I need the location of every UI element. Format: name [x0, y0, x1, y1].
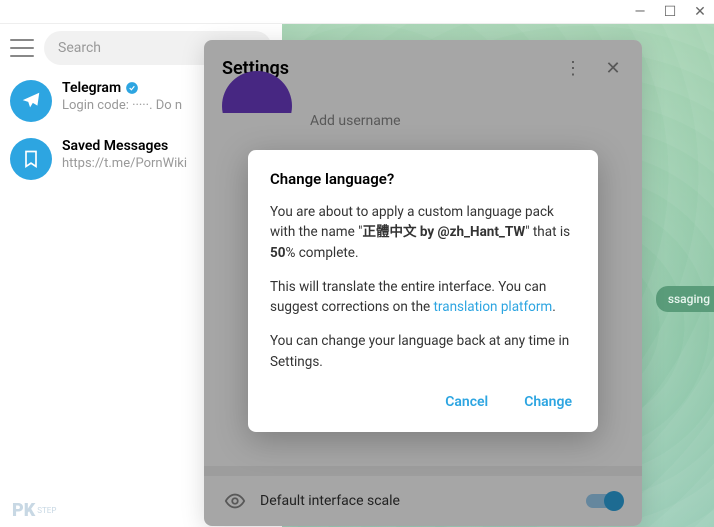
translation-platform-link[interactable]: translation platform — [434, 299, 553, 315]
dialog-buttons: Cancel Change — [270, 386, 576, 418]
close-icon[interactable]: ✕ — [694, 6, 706, 18]
cancel-button[interactable]: Cancel — [441, 386, 492, 418]
dialog-paragraph: This will translate the entire interface… — [270, 277, 576, 318]
change-button[interactable]: Change — [520, 386, 576, 418]
window-titlebar: — ☐ ✕ — [0, 0, 714, 24]
dialog-body: You are about to apply a custom language… — [270, 202, 576, 372]
verified-icon — [125, 81, 139, 95]
change-language-dialog: Change language? You are about to apply … — [248, 150, 598, 432]
dialog-paragraph: You are about to apply a custom language… — [270, 202, 576, 263]
telegram-avatar — [10, 80, 52, 122]
maximize-icon[interactable]: ☐ — [664, 6, 676, 18]
menu-icon[interactable] — [10, 39, 34, 57]
dialog-title: Change language? — [270, 170, 576, 188]
channel-badge: ssaging — [656, 286, 714, 312]
search-placeholder: Search — [58, 40, 101, 56]
watermark: PKSTEP — [10, 499, 56, 521]
dialog-paragraph: You can change your language back at any… — [270, 331, 576, 372]
saved-messages-avatar — [10, 138, 52, 180]
minimize-icon[interactable]: — — [634, 6, 646, 18]
